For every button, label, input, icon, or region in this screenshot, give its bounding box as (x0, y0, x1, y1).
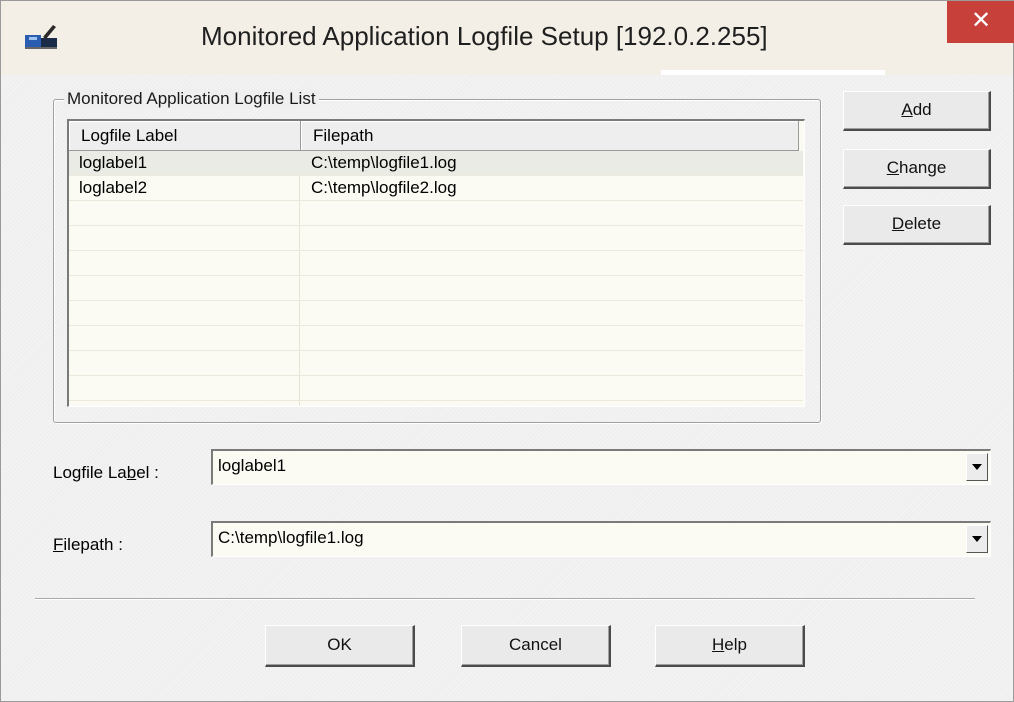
logfile-list[interactable]: Logfile Label Filepath loglabel1 C:\temp… (67, 119, 805, 407)
dialog-window: Monitored Application Logfile Setup [192… (0, 0, 1014, 702)
logfile-label-caption: Logfile Label : (53, 463, 159, 483)
list-rows: loglabel1 C:\temp\logfile1.log loglabel2… (69, 151, 803, 401)
filepath-value[interactable]: C:\temp\logfile1.log (218, 528, 364, 548)
close-button[interactable]: ✕ (947, 1, 1014, 43)
column-header-filepath[interactable]: Filepath (301, 121, 799, 151)
window-title: Monitored Application Logfile Setup [192… (201, 21, 768, 51)
empty-list-row (69, 376, 803, 401)
empty-list-row (69, 351, 803, 376)
footer-separator (35, 598, 975, 600)
cancel-button[interactable]: Cancel (461, 625, 611, 667)
change-label: hange (899, 158, 947, 177)
list-row[interactable]: loglabel1 C:\temp\logfile1.log (69, 151, 803, 176)
filepath-combobox[interactable]: C:\temp\logfile1.log (211, 521, 991, 557)
help-button[interactable]: Help (655, 625, 805, 667)
ok-button[interactable]: OK (265, 625, 415, 667)
help-label: elp (724, 635, 747, 654)
change-mnemonic: C (886, 158, 899, 177)
caption-part: Logfile La (53, 463, 127, 482)
caption-part: el : (136, 463, 159, 482)
help-mnemonic: H (712, 635, 725, 654)
ok-label: OK (327, 635, 352, 654)
delete-button[interactable]: Delete (843, 205, 991, 245)
dropdown-arrow-icon[interactable] (966, 453, 988, 481)
list-header: Logfile Label Filepath (69, 121, 803, 151)
title-accent (661, 70, 885, 75)
logfile-label-value[interactable]: loglabel1 (218, 456, 286, 476)
list-row[interactable]: loglabel2 C:\temp\logfile2.log (69, 176, 803, 201)
delete-mnemonic: D (891, 214, 905, 233)
group-legend: Monitored Application Logfile List (64, 89, 319, 109)
row-filepath: C:\temp\logfile1.log (311, 153, 457, 172)
row-filepath: C:\temp\logfile2.log (311, 178, 457, 197)
change-button[interactable]: Change (843, 149, 991, 189)
empty-list-row (69, 251, 803, 276)
add-button[interactable]: Add (843, 91, 991, 131)
cancel-label: Cancel (509, 635, 562, 654)
row-label: loglabel1 (79, 153, 148, 172)
row-label: loglabel2 (79, 178, 148, 197)
caption-part: ilepath : (63, 535, 123, 554)
caption-mnemonic: b (126, 463, 137, 482)
column-header-logfile-label[interactable]: Logfile Label (69, 121, 301, 151)
empty-list-row (69, 201, 803, 226)
delete-label: elete (904, 214, 942, 233)
add-mnemonic: A (901, 100, 913, 119)
caption-mnemonic: F (53, 535, 64, 554)
title-bar[interactable]: Monitored Application Logfile Setup [192… (1, 1, 1014, 75)
group-legend-text: Monitored Application Logfile List (67, 89, 316, 108)
logfile-label-combobox[interactable]: loglabel1 (211, 449, 991, 485)
dropdown-arrow-icon[interactable] (966, 525, 988, 553)
empty-list-row (69, 301, 803, 326)
close-icon: ✕ (970, 7, 992, 34)
logfile-app-icon (25, 25, 57, 49)
add-label: dd (912, 100, 932, 119)
filepath-caption: Filepath : (53, 535, 123, 555)
empty-list-row (69, 276, 803, 301)
empty-list-row (69, 226, 803, 251)
empty-list-row (69, 326, 803, 351)
